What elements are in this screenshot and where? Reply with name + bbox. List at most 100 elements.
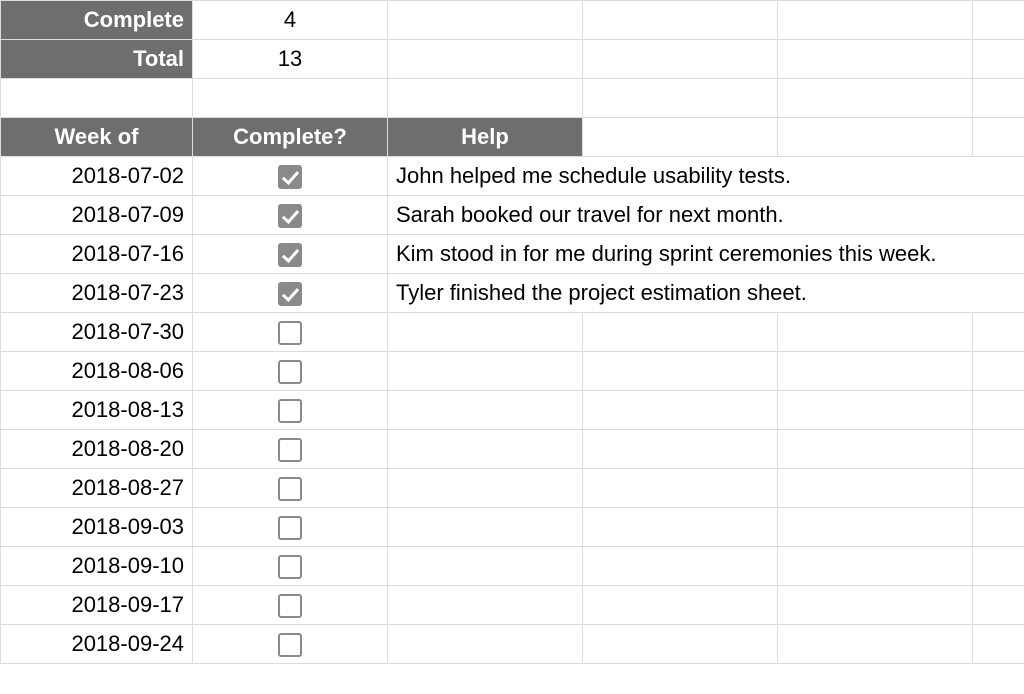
empty-cell[interactable] [583, 430, 778, 469]
help-cell[interactable] [388, 625, 583, 664]
complete-cell[interactable] [193, 196, 388, 235]
complete-cell[interactable] [193, 352, 388, 391]
complete-cell[interactable] [193, 469, 388, 508]
empty-cell[interactable] [388, 79, 583, 118]
help-cell[interactable] [388, 547, 583, 586]
empty-cell[interactable] [778, 79, 973, 118]
empty-cell[interactable] [778, 508, 973, 547]
empty-cell[interactable] [583, 118, 778, 157]
checkbox-unchecked-icon[interactable] [278, 594, 302, 618]
empty-cell[interactable] [583, 313, 778, 352]
checkbox-unchecked-icon[interactable] [278, 438, 302, 462]
checkbox-checked-icon[interactable] [278, 243, 302, 267]
complete-cell[interactable] [193, 391, 388, 430]
checkbox-unchecked-icon[interactable] [278, 555, 302, 579]
empty-cell[interactable] [583, 1, 778, 40]
week-cell[interactable]: 2018-08-13 [1, 391, 193, 430]
empty-cell[interactable] [973, 1, 1024, 40]
empty-cell[interactable] [973, 391, 1024, 430]
week-cell[interactable]: 2018-09-17 [1, 586, 193, 625]
empty-cell[interactable] [973, 547, 1024, 586]
empty-cell[interactable] [583, 352, 778, 391]
empty-cell[interactable] [973, 469, 1024, 508]
help-cell[interactable] [388, 352, 583, 391]
checkbox-unchecked-icon[interactable] [278, 360, 302, 384]
checkbox-unchecked-icon[interactable] [278, 477, 302, 501]
checkbox-unchecked-icon[interactable] [278, 321, 302, 345]
checkbox-unchecked-icon[interactable] [278, 633, 302, 657]
week-cell[interactable]: 2018-07-16 [1, 235, 193, 274]
empty-cell[interactable] [778, 352, 973, 391]
empty-cell[interactable] [583, 469, 778, 508]
week-cell[interactable]: 2018-09-10 [1, 547, 193, 586]
empty-cell[interactable] [778, 391, 973, 430]
empty-cell[interactable] [973, 79, 1024, 118]
empty-cell[interactable] [778, 313, 973, 352]
empty-cell[interactable] [778, 1, 973, 40]
empty-cell[interactable] [973, 40, 1024, 79]
empty-cell[interactable] [778, 586, 973, 625]
empty-cell[interactable] [583, 508, 778, 547]
complete-cell[interactable] [193, 157, 388, 196]
help-cell[interactable]: Sarah booked our travel for next month. [388, 196, 1024, 235]
empty-cell[interactable] [973, 625, 1024, 664]
empty-cell[interactable] [973, 430, 1024, 469]
summary-complete-value[interactable]: 4 [193, 1, 388, 40]
week-cell[interactable]: 2018-08-20 [1, 430, 193, 469]
empty-cell[interactable] [973, 352, 1024, 391]
empty-cell[interactable] [1, 79, 193, 118]
checkbox-unchecked-icon[interactable] [278, 516, 302, 540]
empty-cell[interactable] [973, 508, 1024, 547]
empty-cell[interactable] [973, 313, 1024, 352]
complete-cell[interactable] [193, 235, 388, 274]
empty-cell[interactable] [583, 391, 778, 430]
help-cell[interactable] [388, 586, 583, 625]
empty-cell[interactable] [583, 547, 778, 586]
complete-cell[interactable] [193, 313, 388, 352]
complete-cell[interactable] [193, 508, 388, 547]
help-cell[interactable]: Tyler finished the project estimation sh… [388, 274, 1024, 313]
summary-total-label[interactable]: Total [1, 40, 193, 79]
empty-cell[interactable] [388, 1, 583, 40]
empty-cell[interactable] [583, 40, 778, 79]
week-cell[interactable]: 2018-07-09 [1, 196, 193, 235]
week-cell[interactable]: 2018-07-23 [1, 274, 193, 313]
week-cell[interactable]: 2018-07-02 [1, 157, 193, 196]
help-cell[interactable] [388, 508, 583, 547]
empty-cell[interactable] [583, 625, 778, 664]
checkbox-checked-icon[interactable] [278, 204, 302, 228]
complete-cell[interactable] [193, 625, 388, 664]
empty-cell[interactable] [778, 469, 973, 508]
checkbox-unchecked-icon[interactable] [278, 399, 302, 423]
empty-cell[interactable] [778, 547, 973, 586]
summary-total-value[interactable]: 13 [193, 40, 388, 79]
complete-cell[interactable] [193, 547, 388, 586]
help-cell[interactable] [388, 430, 583, 469]
week-cell[interactable]: 2018-08-27 [1, 469, 193, 508]
empty-cell[interactable] [583, 79, 778, 118]
checkbox-checked-icon[interactable] [278, 282, 302, 306]
header-week[interactable]: Week of [1, 118, 193, 157]
week-cell[interactable]: 2018-08-06 [1, 352, 193, 391]
empty-cell[interactable] [778, 430, 973, 469]
help-cell[interactable] [388, 469, 583, 508]
complete-cell[interactable] [193, 274, 388, 313]
header-help[interactable]: Help [388, 118, 583, 157]
help-cell[interactable]: Kim stood in for me during sprint ceremo… [388, 235, 1024, 274]
empty-cell[interactable] [973, 118, 1024, 157]
complete-cell[interactable] [193, 430, 388, 469]
empty-cell[interactable] [388, 40, 583, 79]
help-cell[interactable] [388, 313, 583, 352]
week-cell[interactable]: 2018-07-30 [1, 313, 193, 352]
empty-cell[interactable] [778, 40, 973, 79]
week-cell[interactable]: 2018-09-24 [1, 625, 193, 664]
empty-cell[interactable] [778, 625, 973, 664]
help-cell[interactable]: John helped me schedule usability tests. [388, 157, 1024, 196]
summary-complete-label[interactable]: Complete [1, 1, 193, 40]
spreadsheet-table[interactable]: Complete 4 Total 13 Week of Complete? [0, 0, 1024, 664]
empty-cell[interactable] [193, 79, 388, 118]
checkbox-checked-icon[interactable] [278, 165, 302, 189]
header-complete[interactable]: Complete? [193, 118, 388, 157]
week-cell[interactable]: 2018-09-03 [1, 508, 193, 547]
empty-cell[interactable] [778, 118, 973, 157]
